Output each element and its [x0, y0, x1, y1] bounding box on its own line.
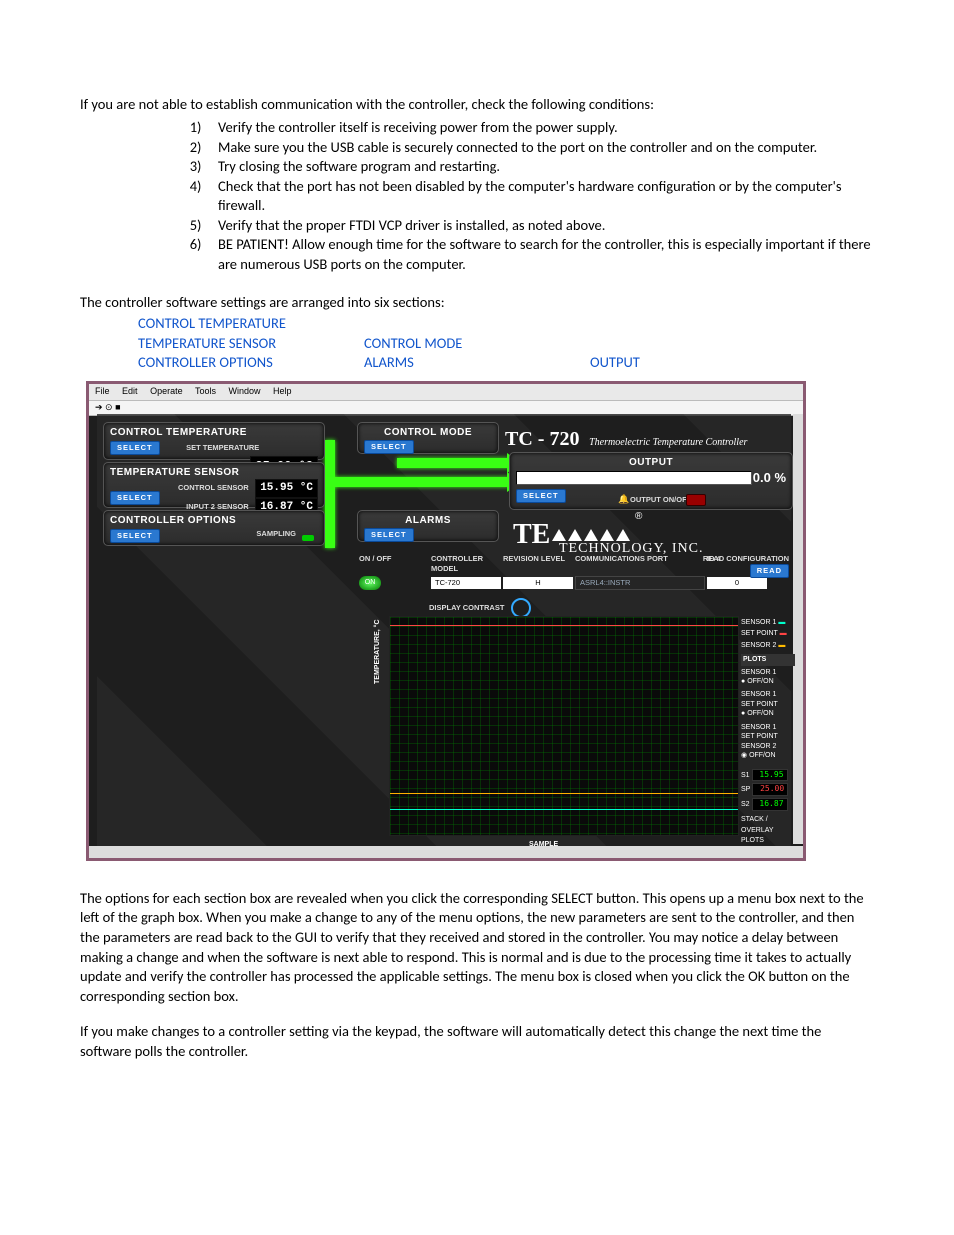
- temperature-sensor-box: TEMPERATURE SENSOR SELECT CONTROL SENSOR…: [103, 462, 325, 508]
- control-temperature-title: CONTROL TEMPERATURE: [104, 423, 324, 440]
- troubleshoot-item: Try closing the software program and res…: [208, 157, 874, 177]
- s1-value: 15.95: [752, 769, 788, 782]
- select-button[interactable]: SELECT: [110, 529, 160, 543]
- output-onoff-label: OUTPUT ON/OFF: [630, 495, 691, 505]
- output-box: OUTPUT 0.0 % SELECT OUTPUT ON/OFF 🔔: [509, 452, 793, 510]
- plot-toggle[interactable]: SENSOR 1SET POINT● OFF/ON: [741, 690, 795, 718]
- para-select-behaviour: The options for each section box are rev…: [80, 889, 874, 1006]
- control-temperature-box: CONTROL TEMPERATURE SELECT SET TEMPERATU…: [103, 422, 325, 460]
- controller-options-title: CONTROLLER OPTIONS: [104, 511, 324, 528]
- sampling-label: SAMPLING: [256, 529, 296, 539]
- graph-xlabel: SAMPLE: [529, 840, 558, 849]
- graph-ylabel: TEMPERATURE, °C: [373, 619, 382, 684]
- comms-label: COMMUNICATIONS PORT: [575, 554, 705, 574]
- control-mode-box: CONTROL MODE SELECT: [357, 422, 499, 454]
- sections-intro: The controller software settings are arr…: [80, 293, 874, 313]
- control-sensor-value: 15.95 °C: [255, 479, 318, 498]
- alarms-title: ALARMS: [358, 511, 498, 528]
- rev-label: REVISION LEVEL: [503, 554, 573, 574]
- status-strip: ON / OFF CONTROLLER MODEL REVISION LEVEL…: [359, 554, 789, 618]
- graph-legend: SENSOR 1 ▬ SET POINT ▬ SENSOR 2 ▬ PLOTS …: [741, 618, 795, 847]
- control-mode-title: CONTROL MODE: [358, 423, 498, 440]
- output-unit: %: [774, 470, 786, 485]
- section-link-control-temperature[interactable]: CONTROL TEMPERATURE: [138, 314, 358, 334]
- overlay-toggle[interactable]: OVERLAY PLOTS: [741, 826, 795, 845]
- troubleshoot-list: Verify the controller itself is receivin…: [80, 118, 874, 275]
- menu-operate[interactable]: Operate: [150, 386, 183, 396]
- section-link-alarms[interactable]: ALARMS: [364, 353, 584, 373]
- temperature-sensor-title: TEMPERATURE SENSOR: [104, 463, 324, 480]
- plot-toggle[interactable]: SENSOR 1● OFF/ON: [741, 668, 795, 687]
- troubleshoot-item: BE PATIENT! Allow enough time for the so…: [208, 235, 874, 274]
- arrow-segment: [397, 458, 509, 468]
- troubleshoot-item: Verify the controller itself is receivin…: [208, 118, 874, 138]
- read-button[interactable]: READ: [750, 564, 789, 578]
- troubleshoot-item: Check that the port has not been disable…: [208, 177, 874, 216]
- read-config-label: READ CONFIGURATION: [703, 554, 789, 563]
- comms-value[interactable]: ASRL4::INSTR: [575, 576, 705, 590]
- app-screenshot: File Edit Operate Tools Window Help ➔ ⊙ …: [86, 381, 806, 861]
- intro-text: If you are not able to establish communi…: [80, 95, 874, 115]
- menu-help[interactable]: Help: [273, 386, 292, 396]
- alarm-bell-icon: 🔔: [618, 493, 629, 505]
- temperature-graph[interactable]: [389, 616, 739, 836]
- troubleshoot-item: Verify that the proper FTDI VCP driver i…: [208, 216, 874, 236]
- model-value: TC-720: [431, 577, 501, 589]
- section-link-temperature-sensor[interactable]: TEMPERATURE SENSOR: [138, 334, 358, 354]
- section-link-output[interactable]: OUTPUT: [590, 353, 810, 373]
- output-title: OUTPUT: [510, 453, 792, 470]
- output-onoff-indicator[interactable]: [686, 494, 706, 506]
- onoff-button[interactable]: ON: [359, 576, 381, 590]
- set-temp-label: SET TEMPERATURE: [186, 443, 259, 452]
- section-link-control-mode[interactable]: CONTROL MODE: [364, 334, 584, 354]
- section-link-controller-options[interactable]: CONTROLLER OPTIONS: [138, 353, 358, 373]
- rev-value: H: [503, 577, 573, 589]
- horizontal-scrollbar[interactable]: [89, 846, 803, 858]
- para-keypad-poll: If you make changes to a controller sett…: [80, 1022, 874, 1061]
- onoff-label: ON / OFF: [359, 554, 429, 574]
- trace-sensor1: [390, 809, 738, 810]
- control-sensor-label: CONTROL SENSOR: [178, 483, 249, 492]
- arrow-segment: [325, 440, 335, 548]
- output-value: 0.0: [753, 470, 771, 485]
- output-bar: [516, 471, 752, 485]
- select-button[interactable]: SELECT: [516, 489, 566, 503]
- controller-options-box: CONTROLLER OPTIONS SELECT SAMPLING: [103, 510, 325, 546]
- sampling-led-icon: [302, 535, 314, 541]
- plot-toggle[interactable]: SENSOR 1SET POINTSENSOR 2◉ OFF/ON: [741, 723, 795, 761]
- trace-setpoint: [390, 625, 738, 626]
- menubar[interactable]: File Edit Operate Tools Window Help: [89, 384, 803, 400]
- select-button[interactable]: SELECT: [110, 491, 160, 505]
- product-title: TC - 720 Thermoelectric Temperature Cont…: [505, 426, 747, 453]
- troubleshoot-item: Make sure you the USB cable is securely …: [208, 138, 874, 158]
- arrow-segment: [325, 477, 509, 487]
- s2-value: 16.87: [752, 798, 788, 811]
- id-value: 0: [707, 577, 767, 589]
- menu-window[interactable]: Window: [228, 386, 260, 396]
- menu-file[interactable]: File: [95, 386, 110, 396]
- trace-sensor2: [390, 793, 738, 794]
- stack-label: STACK /: [741, 815, 795, 824]
- select-button[interactable]: SELECT: [364, 440, 414, 454]
- sp-value: 25.00: [752, 783, 788, 796]
- menu-tools[interactable]: Tools: [195, 386, 216, 396]
- alarms-box: ALARMS SELECT: [357, 510, 499, 542]
- contrast-label: DISPLAY CONTRAST: [429, 603, 504, 612]
- select-button[interactable]: SELECT: [110, 441, 160, 455]
- model-label: CONTROLLER MODEL: [431, 554, 501, 574]
- sections-grid: CONTROL TEMPERATURE TEMPERATURE SENSOR C…: [138, 314, 874, 373]
- menu-edit[interactable]: Edit: [122, 386, 138, 396]
- select-button[interactable]: SELECT: [364, 528, 414, 542]
